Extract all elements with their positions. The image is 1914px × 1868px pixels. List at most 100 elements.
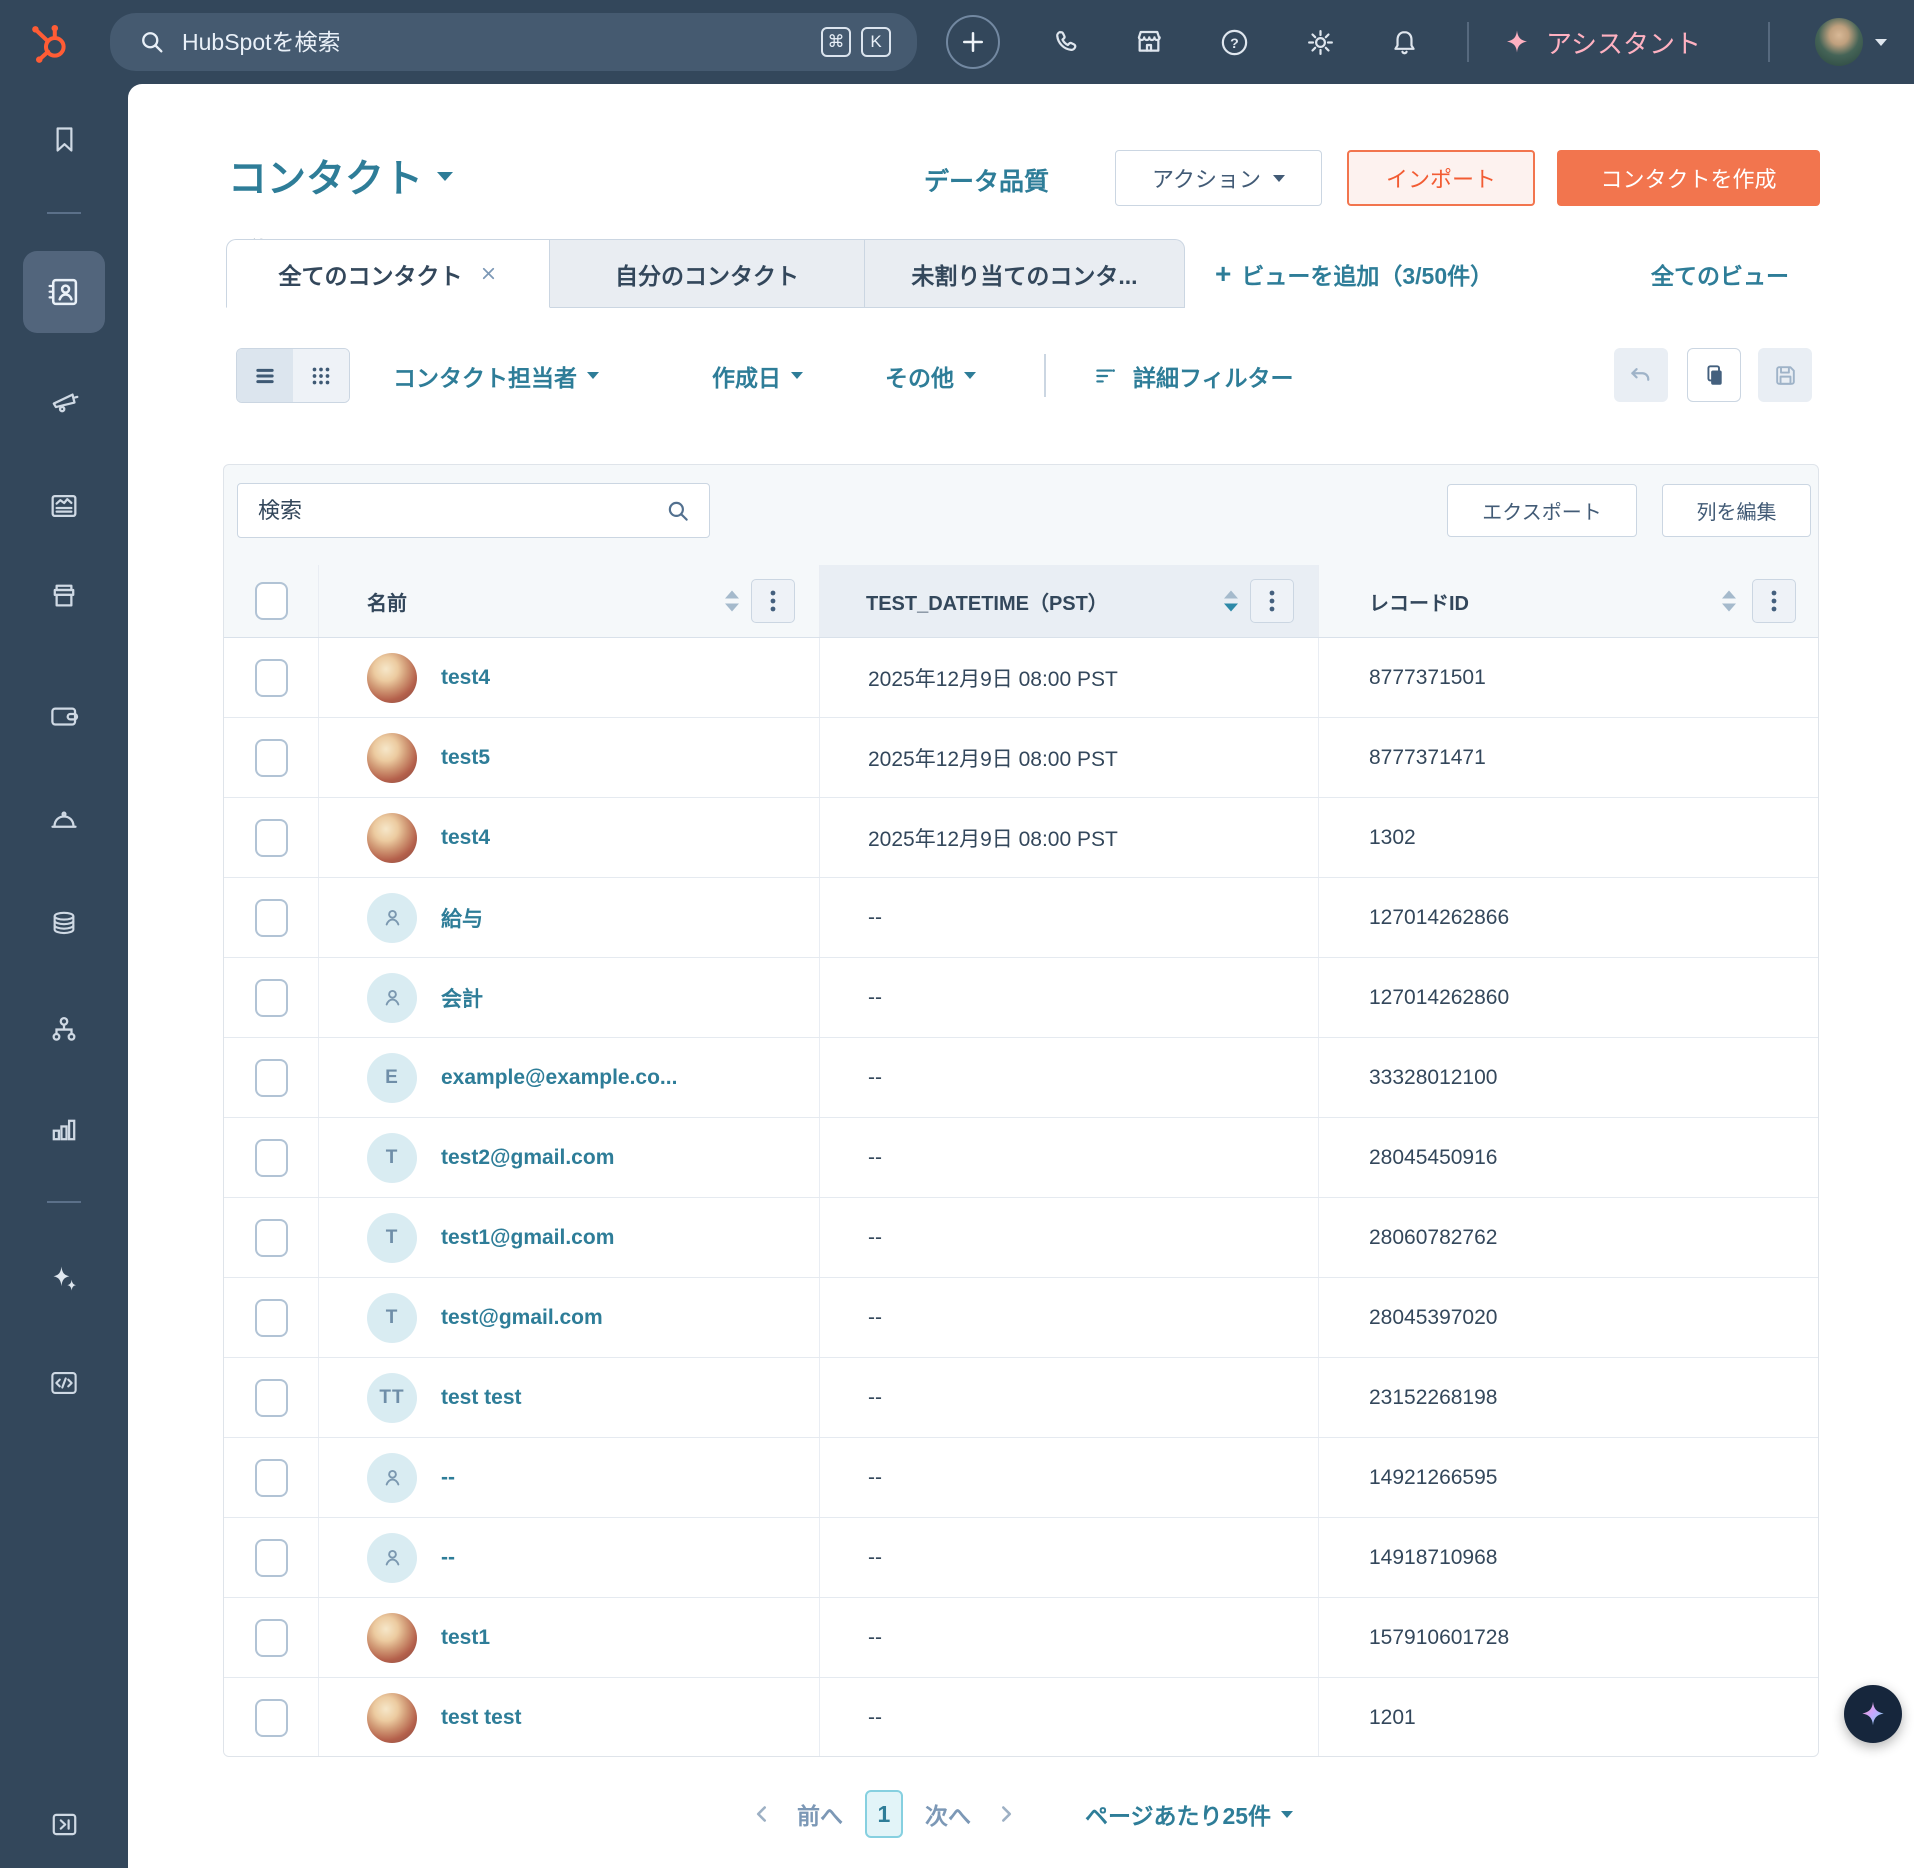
sidebar-expand-button[interactable] xyxy=(36,1796,92,1852)
per-page-selector[interactable]: ページあたり25件 xyxy=(1085,1797,1293,1831)
row-checkbox[interactable] xyxy=(255,1379,288,1417)
calls-button[interactable] xyxy=(1044,0,1088,84)
contact-name-link[interactable]: 給与 xyxy=(441,903,483,933)
sidebar-item-service[interactable] xyxy=(36,792,92,848)
row-checkbox[interactable] xyxy=(255,819,288,857)
actions-button[interactable]: アクション xyxy=(1115,150,1322,206)
row-checkbox[interactable] xyxy=(255,1139,288,1177)
sidebar-item-developer[interactable] xyxy=(36,1355,92,1411)
row-checkbox[interactable] xyxy=(255,1059,288,1097)
all-views-link[interactable]: 全てのビュー xyxy=(1651,239,1789,308)
help-button[interactable]: ? xyxy=(1212,0,1256,84)
sidebar-item-crm-contacts[interactable] xyxy=(23,251,105,333)
sidebar-item-marketing[interactable] xyxy=(36,372,92,428)
marketplace-button[interactable] xyxy=(1127,0,1171,84)
clone-view-button[interactable] xyxy=(1687,348,1741,402)
column-menu-button[interactable] xyxy=(1752,579,1796,623)
chevron-right-icon[interactable] xyxy=(993,1801,1019,1827)
tab-my-contacts[interactable]: 自分のコンタクト xyxy=(550,239,865,308)
account-menu[interactable] xyxy=(1806,0,1896,84)
column-header-test-datetime[interactable]: TEST_DATETIME（PST） xyxy=(819,565,1318,637)
column-header-name[interactable]: 名前 xyxy=(318,565,819,637)
row-checkbox[interactable] xyxy=(255,1539,288,1577)
table-search-input[interactable] xyxy=(258,498,665,524)
topbar-divider xyxy=(1467,22,1469,62)
column-menu-button[interactable] xyxy=(1250,579,1294,623)
contact-name-link[interactable]: test1@gmail.com xyxy=(441,1226,614,1250)
contact-name-link[interactable]: test4 xyxy=(441,826,490,850)
board-view-button[interactable] xyxy=(293,349,349,402)
contact-name-link[interactable]: -- xyxy=(441,1466,455,1490)
add-view-button[interactable]: + ビューを追加（3/50件） xyxy=(1215,239,1493,308)
row-checkbox[interactable] xyxy=(255,1219,288,1257)
search-icon xyxy=(138,28,166,56)
export-button[interactable]: エクスポート xyxy=(1447,484,1637,537)
contact-name-link[interactable]: test5 xyxy=(441,746,490,770)
hubspot-logo-icon[interactable] xyxy=(22,10,78,74)
prev-page-button[interactable]: 前へ xyxy=(797,1797,843,1831)
table-search[interactable] xyxy=(237,483,710,538)
row-checkbox[interactable] xyxy=(255,1619,288,1657)
row-checkbox[interactable] xyxy=(255,1699,288,1737)
current-page-button[interactable]: 1 xyxy=(865,1790,903,1838)
column-header-record-id[interactable]: レコードID xyxy=(1318,565,1819,637)
sort-control[interactable] xyxy=(725,591,739,612)
contact-name-link[interactable]: example@example.co... xyxy=(441,1066,677,1090)
edit-columns-button[interactable]: 列を編集 xyxy=(1662,484,1811,537)
plus-icon xyxy=(946,15,1000,69)
contact-name-link[interactable]: test1 xyxy=(441,1626,490,1650)
sidebar-item-content[interactable] xyxy=(36,478,92,534)
sidebar-item-commerce[interactable] xyxy=(36,568,92,624)
contact-name-link[interactable]: 会計 xyxy=(441,983,483,1013)
column-menu-button[interactable] xyxy=(751,579,795,623)
chevron-left-icon[interactable] xyxy=(749,1801,775,1827)
list-view-button[interactable] xyxy=(237,349,293,402)
contact-name-link[interactable]: test@gmail.com xyxy=(441,1306,603,1330)
row-checkbox[interactable] xyxy=(255,899,288,937)
sort-control[interactable] xyxy=(1722,591,1736,612)
row-checkbox[interactable] xyxy=(255,739,288,777)
row-checkbox[interactable] xyxy=(255,979,288,1017)
create-contact-button[interactable]: コンタクトを作成 xyxy=(1557,150,1820,206)
sidebar-item-data[interactable] xyxy=(36,895,92,951)
filter-contact-owner[interactable]: コンタクト担当者 xyxy=(393,348,599,403)
sort-control[interactable] xyxy=(1224,591,1238,612)
create-plus-button[interactable] xyxy=(946,0,1000,84)
sidebar-item-breeze[interactable] xyxy=(36,1251,92,1307)
undo-button[interactable] xyxy=(1614,348,1668,402)
advanced-filters-button[interactable]: 詳細フィルター xyxy=(1093,348,1294,403)
global-search[interactable]: ⌘ K xyxy=(110,13,917,71)
notifications-button[interactable] xyxy=(1382,0,1426,84)
settings-button[interactable] xyxy=(1298,0,1342,84)
datetime-cell: -- xyxy=(819,958,1318,1037)
data-quality-link[interactable]: データ品質 xyxy=(924,162,1049,198)
next-page-button[interactable]: 次へ xyxy=(925,1797,971,1831)
global-search-input[interactable] xyxy=(182,29,805,56)
contact-name-link[interactable]: -- xyxy=(441,1546,455,1570)
bell-icon xyxy=(1389,27,1420,58)
contact-name-link[interactable]: test4 xyxy=(441,666,490,690)
import-button[interactable]: インポート xyxy=(1347,150,1535,206)
datetime-cell: 2025年12月9日 08:00 PST xyxy=(819,718,1318,797)
sidebar-item-automations[interactable] xyxy=(36,1001,92,1057)
filter-create-date[interactable]: 作成日 xyxy=(712,348,803,403)
breeze-assistant-button[interactable] xyxy=(1844,1685,1902,1743)
select-all-checkbox[interactable] xyxy=(255,582,288,620)
row-checkbox[interactable] xyxy=(255,1459,288,1497)
datetime-cell: -- xyxy=(819,1038,1318,1117)
contact-name-link[interactable]: test test xyxy=(441,1386,522,1410)
save-view-button[interactable] xyxy=(1758,348,1812,402)
tab-unassigned-contacts[interactable]: 未割り当てのコンタ... xyxy=(865,239,1185,308)
contact-name-link[interactable]: test test xyxy=(441,1706,522,1730)
contact-name-link[interactable]: test2@gmail.com xyxy=(441,1146,614,1170)
sidebar-item-bookmarks[interactable] xyxy=(36,111,92,167)
sidebar-item-reporting[interactable] xyxy=(36,1101,92,1157)
row-checkbox[interactable] xyxy=(255,659,288,697)
tab-all-contacts[interactable]: 全てのコンタクト xyxy=(226,239,550,308)
close-icon[interactable] xyxy=(479,264,498,283)
sidebar-item-payments[interactable] xyxy=(36,688,92,744)
filter-more[interactable]: その他 xyxy=(885,348,976,403)
row-checkbox[interactable] xyxy=(255,1299,288,1337)
page-title-dropdown[interactable]: コンタクト xyxy=(228,148,453,204)
assistant-button[interactable]: アシスタント xyxy=(1502,0,1701,84)
